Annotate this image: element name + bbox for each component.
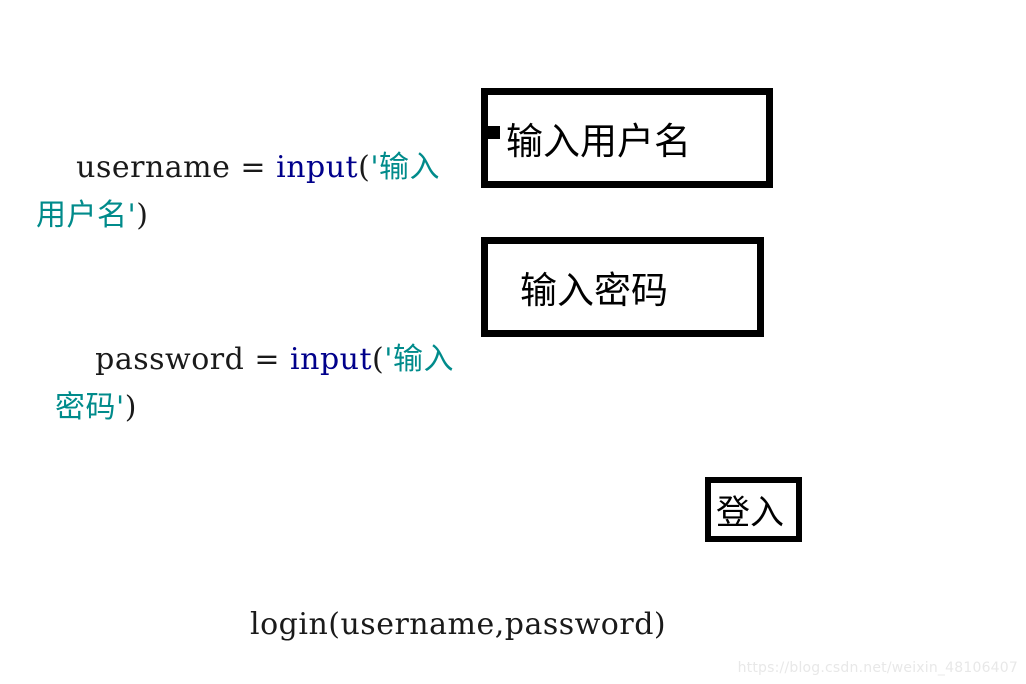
code-token-identifier: password =	[95, 342, 291, 377]
code-line-password-assignment: password = input('输入密码')	[55, 288, 465, 480]
code-token-identifier: login(username,password)	[250, 607, 667, 642]
code-token-close-paren: )	[136, 198, 149, 233]
diagram-canvas: username = input('输入用户名') password = inp…	[0, 0, 1026, 684]
code-token-open-paren: (	[372, 342, 385, 377]
code-line-username-assignment: username = input('输入用户名')	[36, 96, 446, 288]
code-token-close-paren: )	[124, 390, 137, 425]
code-token-open-paren: (	[358, 150, 371, 185]
username-box-edge-artifact	[488, 126, 500, 139]
password-input-box[interactable]: 输入密码	[481, 237, 764, 337]
code-token-identifier: username =	[76, 150, 277, 185]
login-button-box[interactable]: 登入	[705, 477, 802, 542]
username-input-box-label: 输入用户名	[506, 120, 691, 163]
login-button-box-label: 登入	[716, 493, 784, 533]
code-token-function: input	[276, 150, 359, 185]
watermark-url: https://blog.csdn.net/weixin_48106407	[737, 660, 1018, 676]
code-token-function: input	[290, 342, 373, 377]
username-input-box[interactable]: 输入用户名	[481, 88, 773, 188]
password-input-box-label: 输入密码	[520, 269, 668, 312]
code-line-login-call: login(username,password)	[250, 505, 680, 684]
